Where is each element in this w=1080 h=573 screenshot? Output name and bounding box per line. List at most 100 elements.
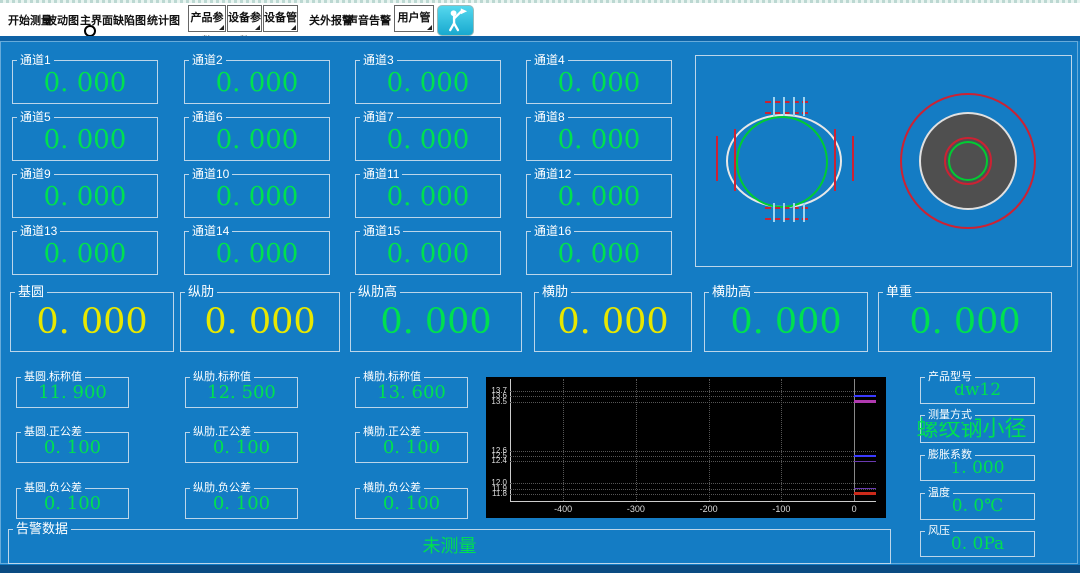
rib-tick: [793, 97, 795, 116]
y-gridline: [510, 451, 876, 452]
summary-label: 基圆: [15, 285, 47, 299]
channel-value: 0. 000: [356, 61, 500, 105]
segment-13.5: [854, 400, 876, 403]
rib-tick: [793, 203, 795, 222]
channel-value: 0. 000: [356, 175, 500, 219]
rib-tick: [783, 97, 785, 116]
summary-label: 纵肋: [185, 285, 217, 299]
channel-value: 0. 000: [356, 118, 500, 162]
user-management-dropdown[interactable]: 用户管理: [394, 5, 434, 32]
channel-label: 通道14: [189, 224, 232, 238]
channel-value: 0. 000: [185, 232, 329, 276]
menu-wave-chart[interactable]: 波动图: [46, 12, 79, 28]
param-label: 纵肋.负公差: [190, 481, 254, 495]
x-tick-label: -100: [766, 504, 796, 514]
channel-value: 0. 000: [185, 118, 329, 162]
channel-box-4: 通道40. 000: [526, 60, 672, 104]
chevron-down-icon: [427, 25, 432, 30]
toolbar: 开始测量 波动图 主界面 缺陷图 统计图 产品参数 设备参数 设备管理 关外报警…: [0, 3, 1080, 36]
x-tick-label: -300: [621, 504, 651, 514]
channel-value: 0. 000: [527, 61, 671, 105]
segment-12.5: [854, 455, 876, 457]
y-gridline: [510, 402, 876, 403]
channel-label: 通道5: [17, 110, 54, 124]
channel-label: 通道13: [17, 224, 60, 238]
product-params-dropdown[interactable]: 产品参数: [188, 5, 226, 32]
y-tick-label: 12.4: [486, 456, 507, 465]
channel-box-12: 通道120. 000: [526, 174, 672, 218]
channel-box-5: 通道50. 000: [12, 117, 158, 161]
channel-value: 0. 000: [527, 118, 671, 162]
param-box-nominal-base: 基圆.标称值11. 900: [16, 377, 129, 408]
measure-mode-box: 测量方式螺纹钢小径: [920, 415, 1035, 443]
trend-chart: -400-300-200-100013.713.613.512.612.512.…: [486, 377, 886, 518]
rib-mark-bottom-outer: [765, 218, 808, 220]
alarm-status-text: 未测量: [9, 530, 890, 563]
rib-mark-top-inner: [765, 112, 808, 114]
menu-sound-alarm[interactable]: 声音告警: [347, 12, 391, 28]
channel-box-6: 通道60. 000: [184, 117, 330, 161]
channel-box-16: 通道160. 000: [526, 231, 672, 275]
channel-box-11: 通道110. 000: [355, 174, 501, 218]
x-tick-label: -200: [694, 504, 724, 514]
menu-statistics-chart[interactable]: 统计图: [147, 12, 180, 28]
summary-label: 横肋: [539, 285, 571, 299]
run-button[interactable]: [437, 5, 474, 36]
channel-label: 通道15: [360, 224, 403, 238]
channel-label: 通道8: [531, 110, 568, 124]
channel-box-15: 通道150. 000: [355, 231, 501, 275]
y-gridline: [510, 489, 876, 490]
chevron-down-icon: [291, 25, 296, 30]
param-box-plus-tol-long-rib: 纵肋.正公差0. 100: [185, 432, 298, 463]
person-with-flag-icon: [442, 6, 470, 33]
channel-box-14: 通道140. 000: [184, 231, 330, 275]
summary-value: 0. 000: [879, 293, 1051, 351]
summary-value: 0. 000: [181, 293, 339, 351]
rib-tick: [773, 203, 775, 222]
alarm-data-box: 告警数据 未测量: [8, 529, 891, 564]
channel-label: 通道16: [531, 224, 574, 238]
summary-value: 0. 000: [11, 293, 173, 351]
param-label: 基圆.标称值: [21, 370, 85, 384]
segment-12.4: [854, 461, 876, 462]
x-tick-label: -400: [548, 504, 578, 514]
channel-value: 0. 000: [185, 61, 329, 105]
channel-box-2: 通道20. 000: [184, 60, 330, 104]
param-label: 纵肋.标称值: [190, 370, 254, 384]
channel-label: 通道3: [360, 53, 397, 67]
summary-box-long-rib: 纵肋0. 000: [180, 292, 340, 352]
y-gridline: [510, 456, 876, 457]
segment-11.9: [854, 488, 876, 489]
channel-value: 0. 000: [13, 175, 157, 219]
param-label: 基圆.负公差: [21, 481, 85, 495]
y-gridline: [510, 461, 876, 462]
summary-box-long-rib-height: 纵肋高0. 000: [350, 292, 522, 352]
channel-value: 0. 000: [527, 232, 671, 276]
channel-label: 通道7: [360, 110, 397, 124]
device-management-dropdown[interactable]: 设备管理: [263, 5, 298, 32]
profile-view-panel: [695, 55, 1072, 267]
rib-tick: [783, 203, 785, 222]
channel-label: 通道6: [189, 110, 226, 124]
temperature-label: 温度: [925, 486, 953, 500]
channel-value: 0. 000: [13, 118, 157, 162]
param-label: 横肋.负公差: [360, 481, 424, 495]
rib-tick: [803, 203, 805, 222]
param-box-nominal-long-rib: 纵肋.标称值12. 500: [185, 377, 298, 408]
channel-value: 0. 000: [185, 175, 329, 219]
measure-mode-label: 测量方式: [925, 408, 975, 422]
rib-tick: [773, 97, 775, 116]
param-box-plus-tol-cross-rib: 横肋.正公差0. 100: [355, 432, 468, 463]
device-params-dropdown[interactable]: 设备参数: [227, 5, 262, 32]
summary-box-unit-weight: 单重0. 000: [878, 292, 1052, 352]
menu-defect-chart[interactable]: 缺陷图: [113, 12, 146, 28]
channel-label: 通道12: [531, 167, 574, 181]
channel-box-10: 通道100. 000: [184, 174, 330, 218]
temperature-box: 温度0. 0℃: [920, 493, 1035, 520]
channel-label: 通道11: [360, 167, 402, 181]
rib-mark-bottom-inner: [765, 207, 808, 209]
profile-measured-green: [736, 116, 828, 208]
y-tick-label: 11.8: [486, 489, 507, 498]
tolerance-mark-left-outer: [716, 136, 718, 181]
param-box-minus-tol-cross-rib: 横肋.负公差0. 100: [355, 488, 468, 519]
